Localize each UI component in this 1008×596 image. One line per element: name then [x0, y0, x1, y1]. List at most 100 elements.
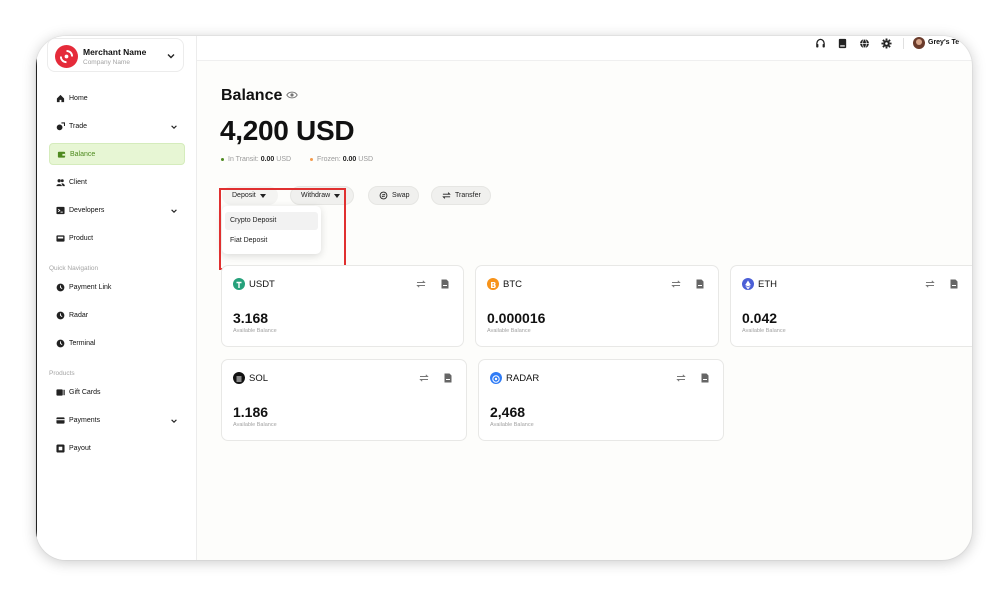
eye-icon[interactable] [286, 90, 298, 100]
frozen-dot-icon [310, 157, 313, 161]
asset-balance: 3.168 [233, 310, 269, 326]
app-window: Merchant Name Company Name Home Trade Ba… [36, 36, 972, 560]
merchant-switcher[interactable]: Merchant Name Company Name [47, 38, 184, 72]
asset-card-sol[interactable]: SOL 1.186 Available Balance [221, 359, 467, 441]
globe-icon[interactable] [859, 38, 870, 49]
sidebar-item-client[interactable]: Client [49, 172, 185, 194]
frozen-value: 0.00 [342, 156, 357, 163]
sidebar-item-radar[interactable]: Radar [49, 305, 185, 327]
page-title: Balance [221, 87, 283, 104]
eth-icon [742, 278, 754, 290]
sidebar-item-label: Home [69, 95, 88, 102]
headset-icon[interactable] [815, 38, 826, 49]
asset-card-eth[interactable]: ETH 0.042 Available Balance [730, 265, 972, 347]
available-balance-label: Available Balance [233, 422, 277, 428]
swap-arrows-icon[interactable] [925, 279, 935, 289]
document-icon[interactable] [440, 279, 450, 289]
in-transit-info: In Transit: 0.00 USD [221, 156, 291, 163]
sidebar-item-label: Gift Cards [69, 389, 101, 396]
asset-balance: 0.042 [742, 310, 778, 326]
document-icon[interactable] [695, 279, 705, 289]
home-icon [56, 94, 65, 103]
sol-icon [233, 372, 245, 384]
sidebar-item-home[interactable]: Home [49, 88, 185, 110]
link-icon [56, 283, 65, 292]
transfer-label: Transfer [455, 192, 481, 199]
frozen-info: Frozen: 0.00 USD [310, 156, 373, 163]
asset-balance: 1.186 [233, 404, 269, 420]
asset-symbol: USDT [249, 279, 275, 290]
sidebar-item-gift-cards[interactable]: Gift Cards [49, 382, 185, 404]
sidebar-item-balance[interactable]: Balance [49, 143, 185, 165]
sidebar-item-label: Payment Link [69, 284, 112, 291]
swap-label: Swap [392, 192, 410, 199]
sidebar-item-label: Client [69, 179, 87, 186]
avatar[interactable] [913, 37, 925, 49]
asset-card-usdt[interactable]: USDT 3.168 Available Balance [221, 265, 464, 347]
trade-icon [56, 122, 65, 131]
frozen-label: Frozen: [317, 156, 341, 163]
payout-icon [56, 444, 65, 453]
asset-symbol: RADAR [506, 373, 540, 384]
usdt-icon [233, 278, 245, 290]
sidebar-item-payment-link[interactable]: Payment Link [49, 277, 185, 299]
merchant-logo-icon [55, 45, 78, 68]
swap-button[interactable]: Swap [368, 186, 419, 205]
product-icon [56, 235, 65, 242]
document-icon[interactable] [443, 373, 453, 383]
frozen-unit: USD [358, 156, 374, 163]
sidebar: Merchant Name Company Name Home Trade Ba… [36, 36, 197, 560]
annotation-highlight-box [219, 188, 346, 270]
sidebar-item-developers[interactable]: Developers [49, 200, 185, 222]
products-label: Products [49, 370, 75, 377]
available-balance-label: Available Balance [742, 328, 786, 334]
radar-coin-icon [490, 372, 502, 384]
in-transit-dot-icon [221, 157, 224, 161]
chevron-down-icon [171, 125, 177, 129]
asset-card-btc[interactable]: B BTC 0.000016 Available Balance [475, 265, 719, 347]
chevron-down-icon [167, 54, 175, 59]
asset-symbol: SOL [249, 373, 269, 384]
gift-card-icon [56, 389, 65, 396]
in-transit-unit: USD [276, 156, 292, 163]
merchant-name: Merchant Name [83, 47, 147, 57]
asset-balance: 0.000016 [487, 310, 546, 326]
sidebar-item-terminal[interactable]: Terminal [49, 333, 185, 355]
transfer-button[interactable]: Transfer [431, 186, 491, 205]
btc-icon: B [487, 278, 499, 290]
chevron-down-icon [171, 419, 177, 423]
sidebar-item-label: Developers [69, 207, 105, 214]
swap-arrows-icon[interactable] [419, 373, 429, 383]
asset-symbol: ETH [758, 279, 777, 290]
topbar-divider [903, 38, 904, 49]
swap-arrows-icon[interactable] [671, 279, 681, 289]
sidebar-item-label: Balance [70, 151, 96, 158]
sidebar-item-label: Terminal [69, 340, 96, 347]
sidebar-item-label: Payments [69, 417, 101, 424]
swap-arrows-icon[interactable] [676, 373, 686, 383]
quick-navigation-label: Quick Navigation [49, 265, 99, 272]
in-transit-label: In Transit: [228, 156, 259, 163]
swap-arrows-icon[interactable] [416, 279, 426, 289]
asset-card-radar[interactable]: RADAR 2,468 Available Balance [478, 359, 724, 441]
chevron-down-icon [171, 209, 177, 213]
user-name[interactable]: Grey's Te [928, 39, 968, 46]
book-icon[interactable] [837, 38, 848, 49]
gear-icon[interactable] [881, 38, 892, 49]
sidebar-item-trade[interactable]: Trade [49, 116, 185, 138]
terminal-icon [56, 339, 65, 348]
svg-text:B: B [490, 281, 496, 290]
swap-icon [379, 191, 388, 200]
sidebar-item-product[interactable]: Product [49, 228, 185, 250]
sidebar-item-label: Payout [69, 445, 91, 452]
sidebar-item-payout[interactable]: Payout [49, 438, 185, 460]
sidebar-item-label: Product [69, 235, 94, 242]
document-icon[interactable] [700, 373, 710, 383]
sidebar-item-label: Trade [69, 123, 88, 130]
in-transit-value: 0.00 [260, 156, 275, 163]
sidebar-item-payments[interactable]: Payments [49, 410, 185, 432]
top-bar: Grey's Te [197, 36, 972, 61]
wallet-icon [57, 151, 66, 158]
radar-icon [56, 311, 65, 320]
document-icon[interactable] [949, 279, 959, 289]
